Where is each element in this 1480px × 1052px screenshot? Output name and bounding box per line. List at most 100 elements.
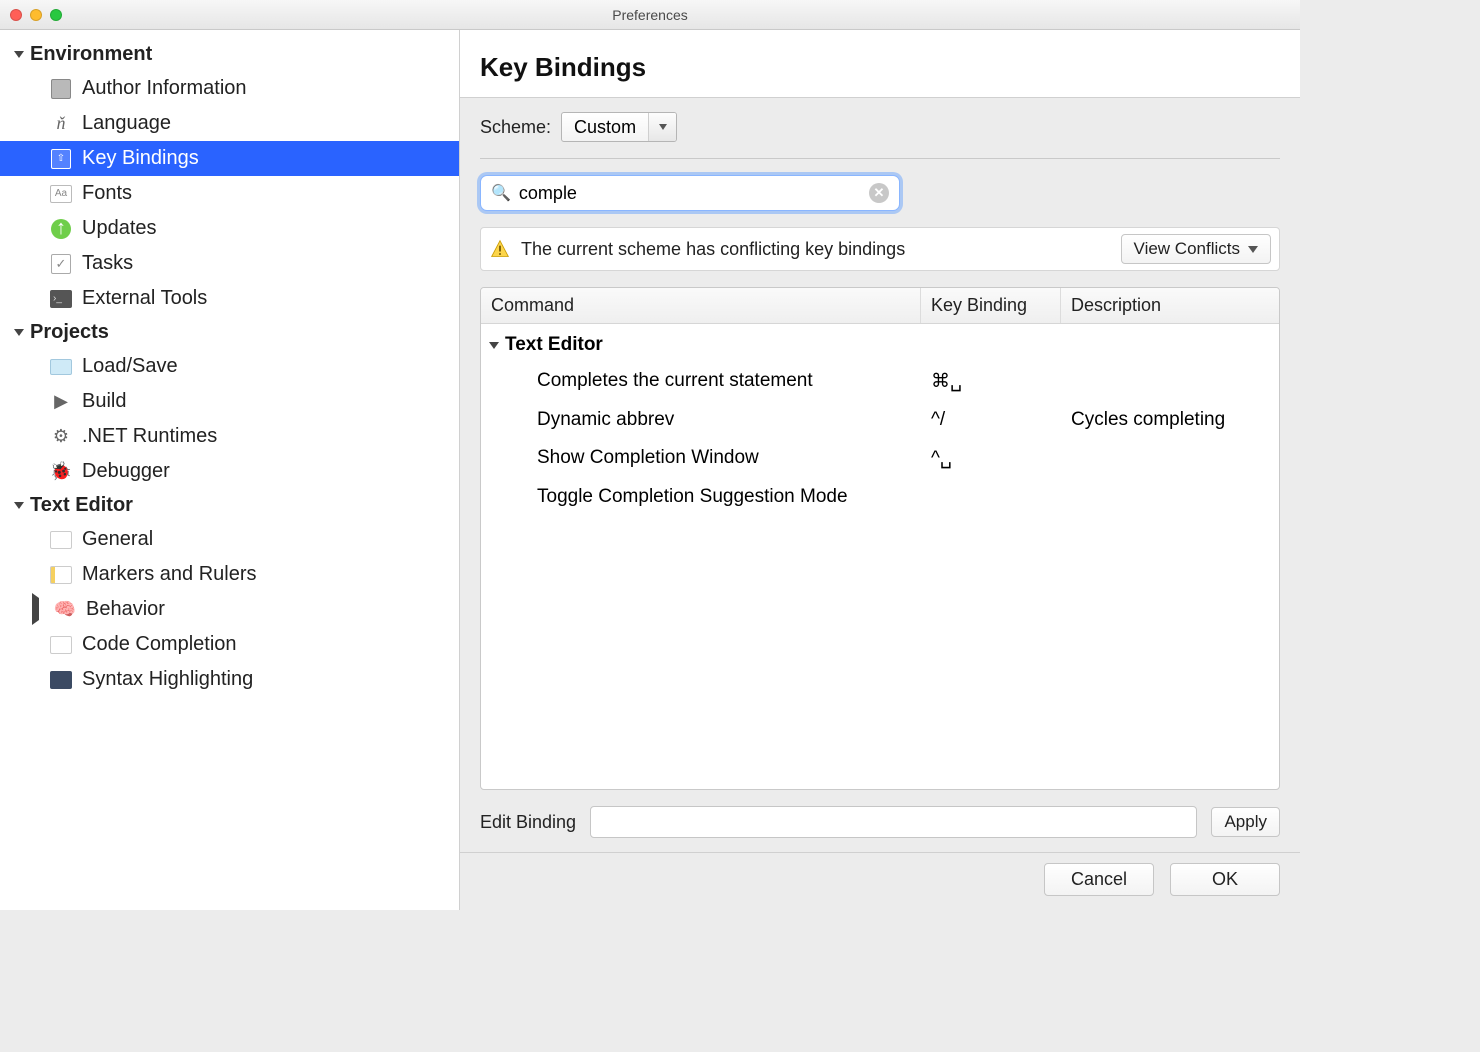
- cancel-button[interactable]: Cancel: [1044, 863, 1154, 896]
- edit-binding-input[interactable]: [590, 806, 1197, 838]
- sidebar-item-external-tools[interactable]: ›_ External Tools: [0, 281, 459, 316]
- sidebar-item-syntax-highlighting[interactable]: Syntax Highlighting: [0, 662, 459, 697]
- fonts-icon: Aa: [50, 185, 72, 203]
- sidebar-item-net-runtimes[interactable]: ⚙ .NET Runtimes: [0, 419, 459, 454]
- sidebar-section-text-editor[interactable]: Text Editor: [0, 489, 459, 522]
- sidebar-item-behavior[interactable]: 🧠 Behavior: [0, 592, 459, 627]
- group-label: Text Editor: [505, 334, 603, 356]
- sidebar-item-debugger[interactable]: 🐞 Debugger: [0, 454, 459, 489]
- updates-icon: ↑: [51, 219, 71, 239]
- ok-button[interactable]: OK: [1170, 863, 1280, 896]
- disclosure-triangle-icon[interactable]: [14, 502, 24, 509]
- table-row[interactable]: Dynamic abbrev ^/ Cycles completing: [481, 401, 1279, 439]
- cell-keybinding: ^␣: [921, 447, 1061, 470]
- view-conflicts-button[interactable]: View Conflicts: [1121, 234, 1271, 264]
- gear-icon: ⚙: [53, 426, 69, 447]
- edit-binding-row: Edit Binding Apply: [480, 806, 1280, 838]
- preferences-sidebar[interactable]: Environment Author Information ň Languag…: [0, 30, 460, 910]
- warning-text: The current scheme has conflicting key b…: [521, 239, 1111, 260]
- folder-icon: [50, 359, 72, 375]
- sidebar-item-label: Updates: [82, 217, 157, 240]
- edit-binding-label: Edit Binding: [480, 812, 576, 833]
- scheme-dropdown[interactable]: Custom: [561, 112, 677, 142]
- person-icon: [51, 79, 71, 99]
- keybindings-table: Command Key Binding Description Text Edi…: [480, 287, 1280, 790]
- chevron-down-icon[interactable]: [648, 113, 676, 141]
- sidebar-item-label: Markers and Rulers: [82, 563, 257, 586]
- table-row[interactable]: Toggle Completion Suggestion Mode: [481, 478, 1279, 516]
- disclosure-triangle-icon[interactable]: [14, 51, 24, 58]
- scheme-label: Scheme:: [480, 117, 551, 138]
- sidebar-item-label: Debugger: [82, 460, 170, 483]
- sidebar-item-label: External Tools: [82, 287, 207, 310]
- zoom-window-button[interactable]: [50, 9, 62, 21]
- sidebar-item-label: Code Completion: [82, 633, 237, 656]
- terminal-icon: ›_: [50, 290, 72, 308]
- bug-icon: 🐞: [50, 461, 72, 482]
- disclosure-triangle-icon[interactable]: [489, 342, 499, 349]
- column-command[interactable]: Command: [481, 288, 921, 323]
- sidebar-section-environment[interactable]: Environment: [0, 38, 459, 71]
- cell-description: [1061, 447, 1279, 470]
- page-title: Key Bindings: [460, 30, 1300, 98]
- keybinding-search: 🔍 ✕: [480, 175, 900, 211]
- sidebar-item-label: Syntax Highlighting: [82, 668, 253, 691]
- sidebar-item-language[interactable]: ň Language: [0, 106, 459, 141]
- dialog-footer: Cancel OK: [460, 853, 1300, 910]
- table-group-text-editor[interactable]: Text Editor: [481, 328, 1279, 362]
- column-description[interactable]: Description: [1061, 288, 1279, 323]
- ok-label: OK: [1212, 869, 1238, 890]
- table-row[interactable]: Show Completion Window ^␣: [481, 439, 1279, 478]
- section-title: Text Editor: [30, 494, 133, 517]
- scheme-value: Custom: [562, 113, 648, 141]
- cell-keybinding: [921, 486, 1061, 508]
- sidebar-item-label: General: [82, 528, 153, 551]
- titlebar[interactable]: Preferences: [0, 0, 1300, 30]
- warning-icon: [489, 239, 511, 259]
- sidebar-item-label: Tasks: [82, 252, 133, 275]
- sidebar-item-build[interactable]: ▶ Build: [0, 384, 459, 419]
- table-body[interactable]: Text Editor Completes the current statem…: [481, 324, 1279, 789]
- brain-icon: 🧠: [54, 599, 76, 620]
- sidebar-item-key-bindings[interactable]: ⇧ Key Bindings: [0, 141, 459, 176]
- search-input[interactable]: [519, 183, 861, 204]
- sidebar-item-fonts[interactable]: Aa Fonts: [0, 176, 459, 211]
- chevron-down-icon: [1248, 246, 1258, 253]
- disclosure-triangle-icon[interactable]: [32, 598, 42, 621]
- search-icon: 🔍: [491, 183, 511, 203]
- column-keybinding[interactable]: Key Binding: [921, 288, 1061, 323]
- code-icon: [50, 636, 72, 654]
- table-row[interactable]: Completes the current statement ⌘␣: [481, 362, 1279, 401]
- section-title: Projects: [30, 321, 109, 344]
- cell-keybinding: ^/: [921, 409, 1061, 431]
- sidebar-item-load-save[interactable]: Load/Save: [0, 349, 459, 384]
- cell-command: Completes the current statement: [481, 370, 921, 393]
- cell-description: [1061, 486, 1279, 508]
- sidebar-item-label: Author Information: [82, 77, 247, 100]
- sidebar-item-label: Build: [82, 390, 126, 413]
- sidebar-item-updates[interactable]: ↑ Updates: [0, 211, 459, 246]
- disclosure-triangle-icon[interactable]: [14, 329, 24, 336]
- clear-search-button[interactable]: ✕: [869, 183, 889, 203]
- apply-button[interactable]: Apply: [1211, 807, 1280, 837]
- sidebar-item-general[interactable]: General: [0, 522, 459, 557]
- minimize-window-button[interactable]: [30, 9, 42, 21]
- sidebar-item-label: .NET Runtimes: [82, 425, 217, 448]
- cell-command: Dynamic abbrev: [481, 409, 921, 431]
- cancel-label: Cancel: [1071, 869, 1127, 890]
- content-pane: Key Bindings Scheme: Custom 🔍 ✕: [460, 30, 1300, 910]
- divider: [480, 158, 1280, 159]
- table-header: Command Key Binding Description: [481, 288, 1279, 324]
- close-window-button[interactable]: [10, 9, 22, 21]
- sidebar-item-code-completion[interactable]: Code Completion: [0, 627, 459, 662]
- sidebar-section-projects[interactable]: Projects: [0, 316, 459, 349]
- sidebar-item-author-information[interactable]: Author Information: [0, 71, 459, 106]
- view-conflicts-label: View Conflicts: [1134, 239, 1240, 259]
- build-icon: ▶: [54, 391, 68, 412]
- sidebar-item-markers-and-rulers[interactable]: Markers and Rulers: [0, 557, 459, 592]
- conflict-warning-bar: The current scheme has conflicting key b…: [480, 227, 1280, 271]
- sidebar-item-tasks[interactable]: ✓ Tasks: [0, 246, 459, 281]
- scheme-row: Scheme: Custom: [480, 112, 1280, 142]
- window-title: Preferences: [0, 7, 1300, 23]
- cell-keybinding: ⌘␣: [921, 370, 1061, 393]
